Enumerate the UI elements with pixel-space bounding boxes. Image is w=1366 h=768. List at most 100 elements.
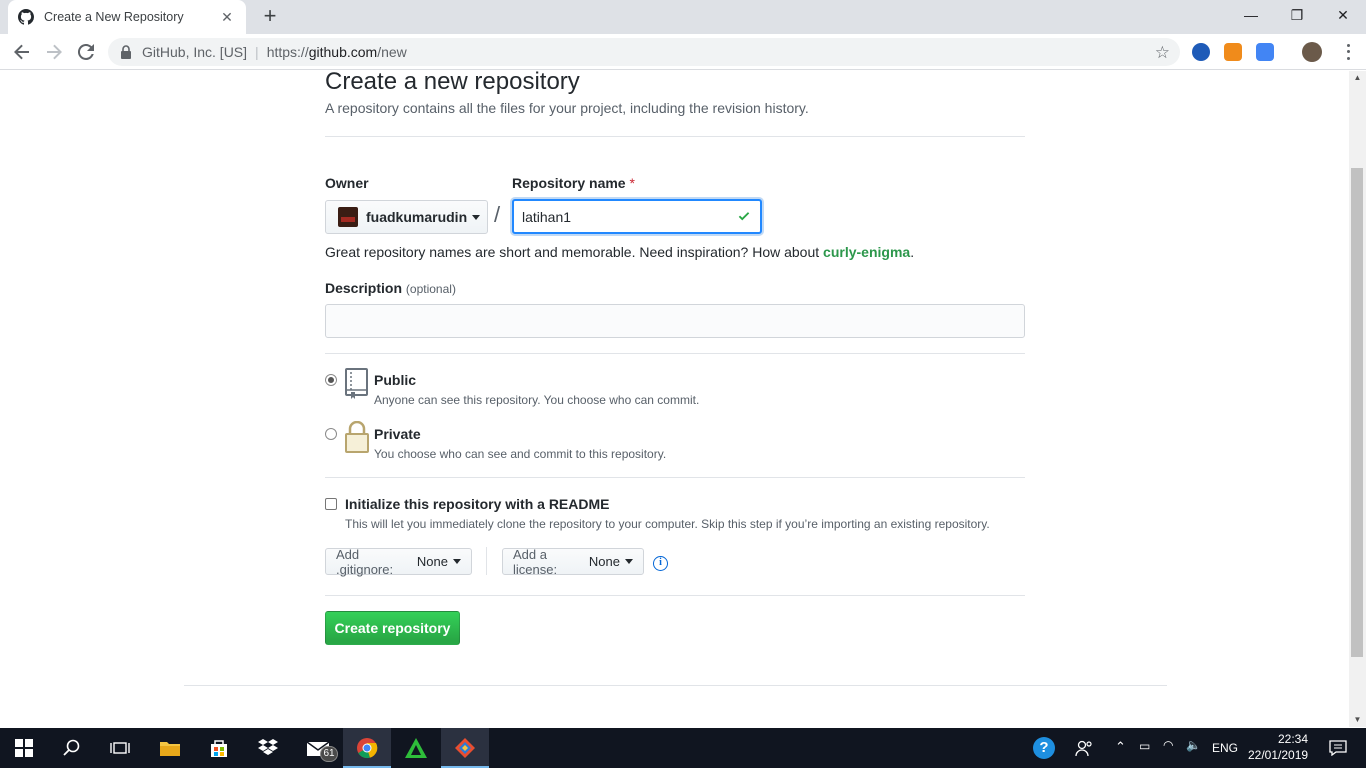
store-button[interactable] <box>195 728 243 768</box>
mail-badge: 61 <box>320 746 338 762</box>
required-mark: * <box>629 175 635 191</box>
maximize-button[interactable]: ❐ <box>1274 0 1320 30</box>
scroll-up-icon[interactable]: ▲ <box>1349 71 1366 85</box>
address-separator: | <box>255 44 259 60</box>
back-button[interactable] <box>10 40 34 64</box>
url-text: https://github.com/new <box>266 44 407 60</box>
page-title: Create a new repository <box>325 71 580 95</box>
git-taskbar-button[interactable] <box>441 728 489 768</box>
file-explorer-button[interactable] <box>146 728 194 768</box>
public-radio[interactable] <box>325 374 337 386</box>
notifications-button[interactable] <box>1318 728 1358 768</box>
owner-value: fuadkumarudin <box>366 209 468 225</box>
page-content: Create a new repository A repository con… <box>0 71 1349 727</box>
lock-icon <box>121 45 131 59</box>
caret-down-icon <box>453 559 461 564</box>
tab-close-icon[interactable]: ✕ <box>218 9 236 26</box>
github-icon <box>18 9 34 25</box>
owner-avatar <box>338 207 358 227</box>
tray-chevron-icon[interactable]: ⌃ <box>1115 739 1126 755</box>
name-suggestion-link[interactable]: curly-enigma <box>823 244 910 260</box>
readme-note: This will let you immediately clone the … <box>345 517 990 531</box>
page-subtitle: A repository contains all the files for … <box>325 100 809 116</box>
dropbox-button[interactable] <box>244 728 292 768</box>
reload-icon <box>78 44 94 60</box>
back-arrow-icon <box>14 44 29 60</box>
google-translate-icon[interactable] <box>1256 43 1274 61</box>
start-button[interactable] <box>0 728 48 768</box>
clock-date[interactable]: 22/01/2019 <box>1248 748 1308 762</box>
caret-down-icon <box>625 559 633 564</box>
minimize-button[interactable]: — <box>1228 0 1274 30</box>
address-bar[interactable]: GitHub, Inc. [US] | https://github.com/n… <box>108 38 1180 66</box>
divider <box>325 477 1025 478</box>
browser-tab[interactable]: Create a New Repository ✕ <box>8 0 246 34</box>
info-icon[interactable]: i <box>653 556 668 571</box>
forward-button[interactable] <box>42 40 66 64</box>
new-tab-button[interactable]: + <box>258 5 282 28</box>
private-note: You choose who can see and commit to thi… <box>374 447 667 461</box>
windows-taskbar: 61 ? ⌃ ▭ ◠ 🔈 ENG 22:34 22/01/2019 <box>0 728 1366 768</box>
wifi-icon[interactable]: ◠ <box>1163 738 1173 752</box>
divider <box>486 547 487 575</box>
clock-time[interactable]: 22:34 <box>1262 732 1308 746</box>
description-input[interactable] <box>325 304 1025 338</box>
search-icon <box>63 739 80 756</box>
page-scrollbar[interactable]: ▲ ▼ <box>1349 71 1366 727</box>
private-radio[interactable] <box>325 428 337 440</box>
folder-icon <box>160 742 180 756</box>
volume-muted-icon[interactable]: 🔈 <box>1186 738 1201 752</box>
repository-name-input[interactable]: latihan1 <box>512 199 762 234</box>
chrome-icon <box>357 738 378 759</box>
license-dropdown[interactable]: Add a license: None <box>502 547 644 577</box>
profile-avatar[interactable] <box>1302 42 1322 62</box>
task-view-icon <box>110 742 130 754</box>
sublime-taskbar-button[interactable] <box>392 728 440 768</box>
tab-title: Create a New Repository <box>44 10 184 24</box>
optional-note: (optional) <box>405 282 456 296</box>
close-window-button[interactable]: ✕ <box>1320 0 1366 30</box>
owner-label: Owner <box>325 175 369 191</box>
battery-icon[interactable]: ▭ <box>1139 739 1150 753</box>
caret-down-icon <box>472 214 481 220</box>
repo-name-label: Repository name * <box>512 175 635 191</box>
scroll-down-icon[interactable]: ▼ <box>1349 713 1366 727</box>
divider <box>325 136 1025 137</box>
site-identity: GitHub, Inc. [US] <box>142 44 248 60</box>
gitignore-dropdown[interactable]: Add .gitignore: None <box>325 547 472 577</box>
task-view-button[interactable] <box>96 728 144 768</box>
tab-strip: Create a New Repository ✕ + — ❐ ✕ <box>0 0 1366 34</box>
help-tray-button[interactable]: ? <box>1020 728 1068 768</box>
repository-name-value: latihan1 <box>522 208 572 225</box>
create-repository-button[interactable]: Create repository <box>325 611 460 645</box>
reload-button[interactable] <box>74 40 98 64</box>
chrome-taskbar-button[interactable] <box>343 728 391 768</box>
lock-icon <box>345 421 369 453</box>
repo-name-hint: Great repository names are short and mem… <box>325 244 915 260</box>
extension-globe-icon[interactable] <box>1192 43 1210 61</box>
forward-arrow-icon <box>47 44 62 60</box>
chrome-menu-icon[interactable] <box>1340 42 1356 62</box>
repo-book-icon <box>345 368 368 399</box>
notification-icon <box>1329 740 1347 756</box>
triangle-app-icon <box>405 738 427 758</box>
search-button[interactable] <box>48 728 96 768</box>
check-icon <box>738 212 750 221</box>
dropbox-icon <box>258 739 278 755</box>
extension-shop-icon[interactable] <box>1224 43 1242 61</box>
public-note: Anyone can see this repository. You choo… <box>374 393 700 407</box>
bookmark-star-icon[interactable]: ☆ <box>1155 43 1170 63</box>
readme-label[interactable]: Initialize this repository with a README <box>345 496 609 512</box>
git-diamond-icon <box>455 738 475 758</box>
help-icon: ? <box>1033 737 1055 759</box>
people-icon <box>1075 740 1092 757</box>
windows-logo-icon <box>15 739 33 757</box>
owner-dropdown[interactable]: fuadkumarudin <box>325 200 488 234</box>
private-title: Private <box>374 426 421 442</box>
owner-repo-slash: / <box>494 202 501 227</box>
public-title: Public <box>374 372 417 388</box>
readme-checkbox[interactable] <box>325 498 337 510</box>
scroll-thumb[interactable] <box>1351 168 1363 657</box>
people-tray-button[interactable] <box>1064 728 1104 768</box>
language-indicator[interactable]: ENG <box>1212 741 1238 755</box>
